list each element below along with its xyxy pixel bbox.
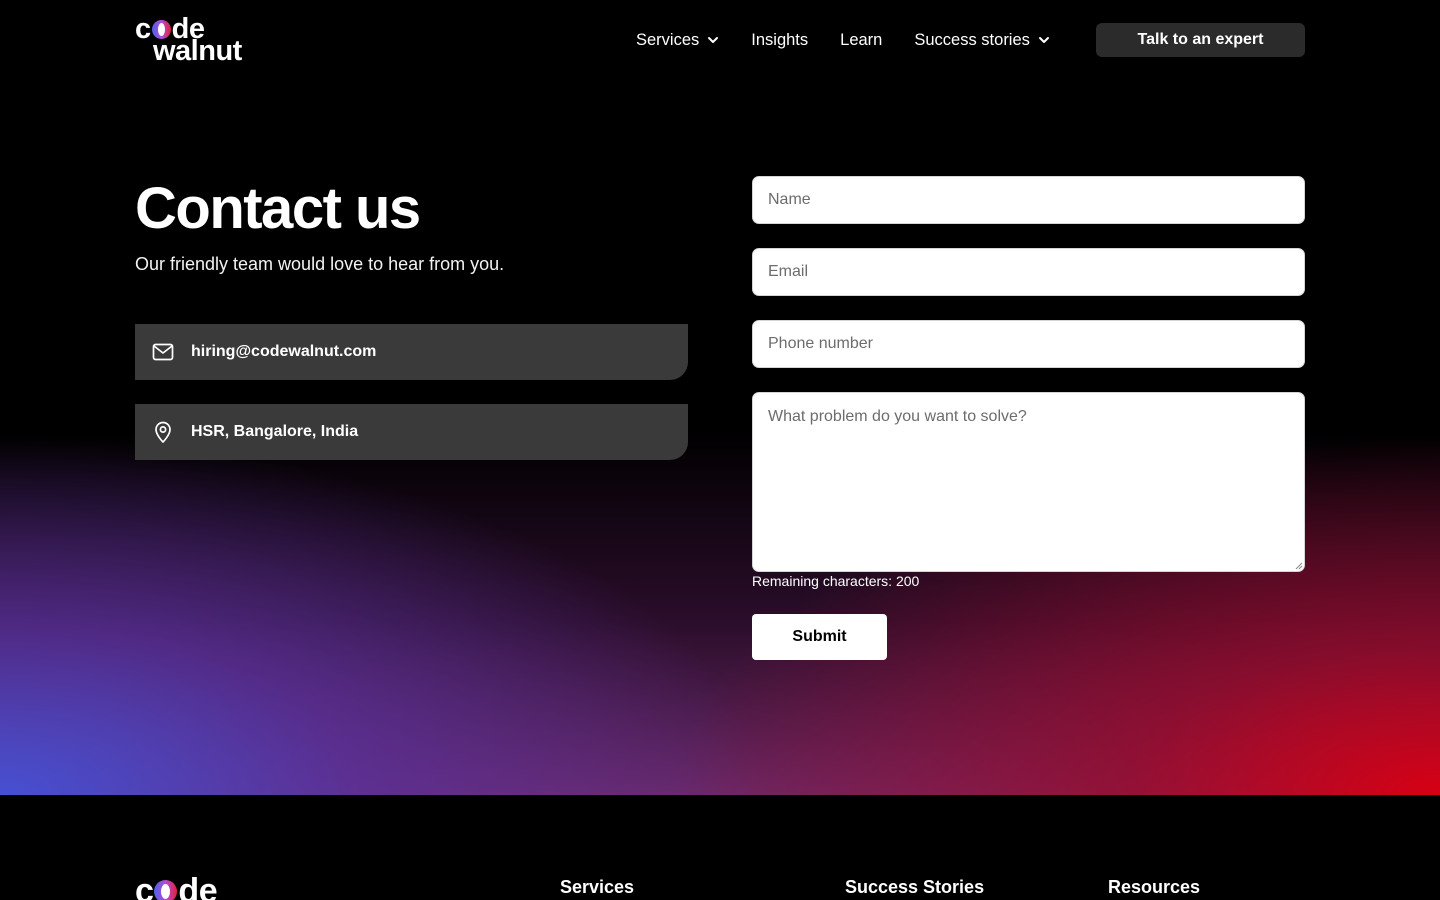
location-card: HSR, Bangalore, India: [135, 404, 688, 460]
remaining-characters: Remaining characters: 200: [752, 573, 920, 589]
nav-item-success-stories[interactable]: Success stories: [914, 31, 1050, 50]
chevron-down-icon: [708, 37, 719, 43]
site-header: c de walnut Services Insights Learn Succe…: [0, 0, 1440, 80]
submit-button[interactable]: Submit: [752, 614, 887, 660]
logo-o-icon: [154, 880, 178, 900]
problem-textarea[interactable]: [752, 392, 1305, 572]
page-subtitle: Our friendly team would love to hear fro…: [135, 254, 505, 274]
footer-heading-services: Services: [560, 877, 635, 897]
codewalnut-logo[interactable]: c de walnut: [135, 14, 260, 66]
chevron-down-icon: [1038, 37, 1049, 43]
mail-icon: [151, 340, 175, 364]
resize-handle-icon[interactable]: [1293, 560, 1303, 570]
email-field[interactable]: [752, 248, 1305, 296]
footer-heading-resources: Resources: [1108, 877, 1201, 897]
talk-to-expert-button[interactable]: Talk to an expert: [1096, 23, 1305, 57]
nav-item-insights[interactable]: Insights: [751, 31, 808, 50]
map-pin-icon: [151, 420, 175, 444]
phone-field[interactable]: [752, 320, 1305, 368]
footer-heading-success-stories: Success Stories: [845, 877, 985, 897]
nav-item-learn[interactable]: Learn: [840, 31, 882, 50]
name-field[interactable]: [752, 176, 1305, 224]
logo-line-2: walnut: [153, 35, 242, 67]
footer-logo[interactable]: c de: [135, 874, 218, 900]
contact-page: c de walnut Services Insights Learn Succe…: [0, 0, 1440, 900]
location-text: HSR, Bangalore, India: [191, 423, 359, 440]
email-card[interactable]: hiring@codewalnut.com: [135, 324, 688, 380]
email-text: hiring@codewalnut.com: [191, 343, 377, 360]
main-nav: Services Insights Learn Success stories: [636, 28, 1082, 52]
nav-item-services[interactable]: Services: [636, 31, 719, 50]
page-title: Contact us: [135, 176, 421, 241]
